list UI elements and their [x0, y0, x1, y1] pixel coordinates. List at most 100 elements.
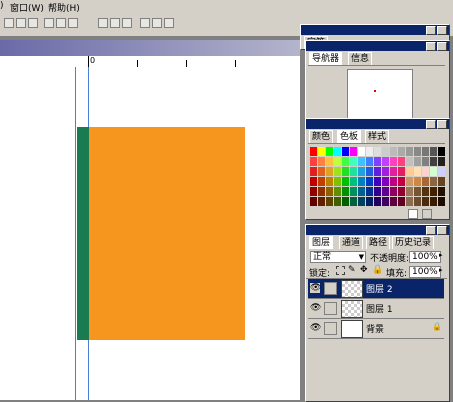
navigator-preview[interactable]: [347, 69, 413, 119]
opacity-field[interactable]: 100%: [409, 251, 441, 263]
color-swatch[interactable]: [350, 167, 357, 176]
color-swatch[interactable]: [422, 177, 429, 186]
color-swatch[interactable]: [390, 197, 397, 206]
align-button[interactable]: [68, 18, 78, 28]
color-swatch[interactable]: [398, 147, 405, 156]
color-swatch[interactable]: [374, 157, 381, 166]
color-swatch[interactable]: [310, 147, 317, 156]
color-swatch[interactable]: [390, 177, 397, 186]
align-button[interactable]: [16, 18, 26, 28]
color-swatch[interactable]: [406, 147, 413, 156]
color-swatch[interactable]: [310, 167, 317, 176]
color-swatch[interactable]: [406, 187, 413, 196]
color-swatch[interactable]: [430, 147, 437, 156]
color-swatch[interactable]: [438, 177, 445, 186]
lock-transparency-icon[interactable]: [336, 266, 345, 275]
color-swatch[interactable]: [326, 157, 333, 166]
color-swatch[interactable]: [366, 147, 373, 156]
color-swatch[interactable]: [374, 197, 381, 206]
tab-channels[interactable]: 通道: [339, 236, 364, 249]
color-swatch[interactable]: [406, 167, 413, 176]
color-swatch[interactable]: [398, 167, 405, 176]
minimize-button[interactable]: [426, 120, 436, 129]
color-swatch[interactable]: [398, 187, 405, 196]
color-swatch[interactable]: [374, 167, 381, 176]
color-swatch[interactable]: [382, 147, 389, 156]
color-swatch[interactable]: [342, 187, 349, 196]
color-swatch[interactable]: [382, 187, 389, 196]
color-swatch[interactable]: [318, 157, 325, 166]
color-swatch[interactable]: [422, 187, 429, 196]
link-icon[interactable]: [324, 302, 337, 315]
layer-name[interactable]: 图层 1: [366, 302, 393, 315]
color-swatch[interactable]: [438, 197, 445, 206]
eye-icon[interactable]: 👁: [310, 323, 321, 333]
close-button[interactable]: [437, 226, 447, 235]
tab-paths[interactable]: 路径: [366, 236, 391, 249]
new-swatch-icon[interactable]: [408, 209, 418, 219]
color-swatch[interactable]: [374, 147, 381, 156]
tab-history[interactable]: 历史记录: [392, 236, 435, 249]
color-swatch[interactable]: [358, 167, 365, 176]
fill-field[interactable]: 100%: [409, 266, 441, 278]
layer-name[interactable]: 背景: [366, 322, 384, 335]
minimize-button[interactable]: [426, 226, 436, 235]
color-swatch[interactable]: [406, 197, 413, 206]
tab-layers[interactable]: 图层: [309, 236, 334, 249]
color-swatch[interactable]: [414, 157, 421, 166]
color-swatch[interactable]: [382, 157, 389, 166]
color-swatch[interactable]: [318, 167, 325, 176]
color-swatch[interactable]: [342, 197, 349, 206]
color-swatch[interactable]: [366, 187, 373, 196]
color-swatch[interactable]: [398, 157, 405, 166]
align-button[interactable]: [44, 18, 54, 28]
color-swatch[interactable]: [390, 167, 397, 176]
color-swatch[interactable]: [310, 197, 317, 206]
color-swatch[interactable]: [334, 167, 341, 176]
brush-icon[interactable]: [324, 282, 337, 295]
color-swatch[interactable]: [334, 177, 341, 186]
color-swatch[interactable]: [358, 147, 365, 156]
color-swatch[interactable]: [422, 157, 429, 166]
align-button[interactable]: [28, 18, 38, 28]
color-swatch[interactable]: [406, 157, 413, 166]
color-swatch[interactable]: [430, 157, 437, 166]
color-swatch[interactable]: [350, 157, 357, 166]
color-swatch[interactable]: [390, 147, 397, 156]
color-swatch[interactable]: [326, 167, 333, 176]
menu-help[interactable]: 帮助(H): [48, 1, 80, 14]
color-swatch[interactable]: [382, 177, 389, 186]
distribute-button[interactable]: [140, 18, 150, 28]
color-swatch[interactable]: [438, 147, 445, 156]
color-swatch[interactable]: [414, 187, 421, 196]
tab-color[interactable]: 颜色: [309, 130, 334, 143]
color-swatch[interactable]: [430, 177, 437, 186]
color-swatch[interactable]: [422, 167, 429, 176]
color-swatch[interactable]: [326, 147, 333, 156]
layer-row[interactable]: 👁 图层 2: [308, 279, 444, 299]
color-swatch[interactable]: [358, 157, 365, 166]
color-swatch[interactable]: [374, 187, 381, 196]
color-swatch[interactable]: [366, 157, 373, 166]
color-swatch[interactable]: [398, 177, 405, 186]
layer-row[interactable]: 👁 图层 1: [308, 299, 444, 319]
color-swatch[interactable]: [382, 197, 389, 206]
color-swatch[interactable]: [366, 197, 373, 206]
color-swatch[interactable]: [366, 167, 373, 176]
color-swatch[interactable]: [422, 197, 429, 206]
tab-styles[interactable]: 样式: [365, 130, 390, 143]
view-box[interactable]: [374, 90, 376, 92]
color-swatch[interactable]: [422, 147, 429, 156]
distribute-button[interactable]: [164, 18, 174, 28]
minimize-button[interactable]: [426, 26, 436, 35]
color-swatch[interactable]: [406, 177, 413, 186]
color-swatch[interactable]: [430, 197, 437, 206]
color-swatch[interactable]: [390, 157, 397, 166]
color-swatch[interactable]: [342, 157, 349, 166]
color-swatch[interactable]: [342, 167, 349, 176]
color-swatch[interactable]: [350, 147, 357, 156]
color-swatch[interactable]: [350, 177, 357, 186]
align-button[interactable]: [56, 18, 66, 28]
tab-navigator[interactable]: 导航器: [309, 52, 343, 65]
color-swatch[interactable]: [414, 197, 421, 206]
